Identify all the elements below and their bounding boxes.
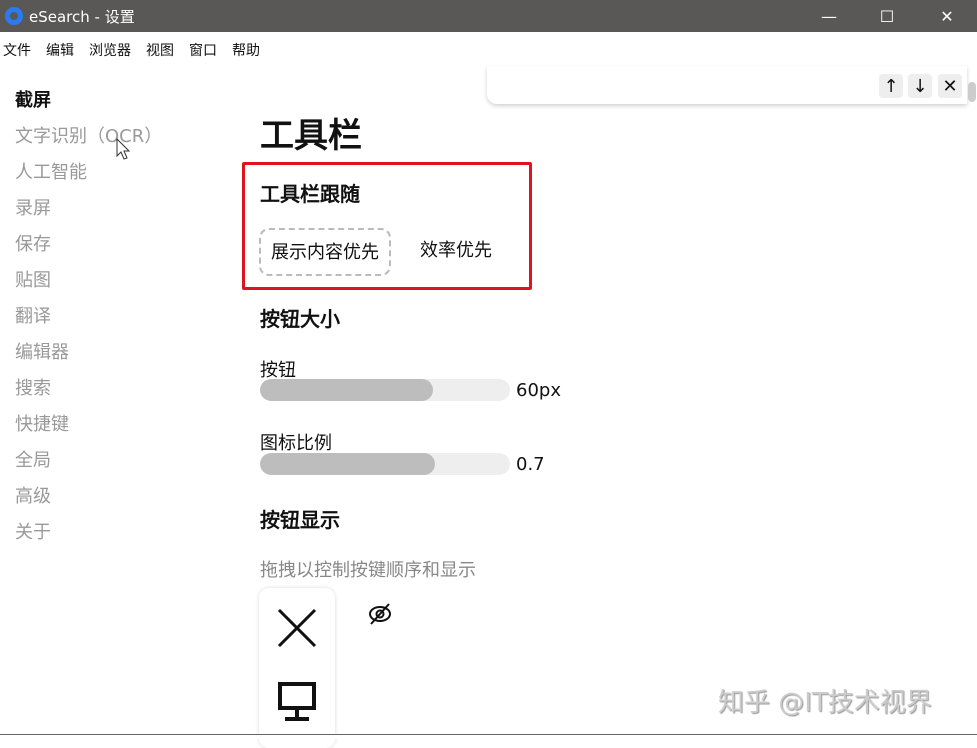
find-close-button[interactable]: ✕ — [938, 74, 962, 98]
sidebar-item-search[interactable]: 搜索 — [15, 376, 162, 412]
icon-ratio-label: 图标比例 — [260, 433, 332, 454]
sidebar-item-screenshot[interactable]: 截屏 — [15, 88, 162, 124]
toolbar-follow-heading: 工具栏跟随 — [260, 182, 360, 206]
option-content-first[interactable]: 展示内容优先 — [259, 228, 391, 276]
sidebar: 截屏 文字识别（OCR） 人工智能 录屏 保存 贴图 翻译 编辑器 搜索 快捷键… — [15, 88, 162, 556]
menu-file[interactable]: 文件 — [3, 40, 31, 60]
sidebar-item-pin[interactable]: 贴图 — [15, 268, 162, 304]
sidebar-item-ocr[interactable]: 文字识别（OCR） — [15, 124, 162, 160]
menu-help[interactable]: 帮助 — [232, 40, 260, 60]
screen-tool-icon[interactable] — [277, 682, 317, 722]
bottom-edge — [0, 734, 977, 739]
drag-hint: 拖拽以控制按键顺序和显示 — [260, 560, 476, 581]
menu-bar: 文件 编辑 浏览器 视图 窗口 帮助 — [0, 32, 272, 68]
sidebar-item-advanced[interactable]: 高级 — [15, 484, 162, 520]
sidebar-item-global[interactable]: 全局 — [15, 448, 162, 484]
menu-edit[interactable]: 编辑 — [46, 40, 74, 60]
hidden-eye-icon — [369, 603, 391, 625]
slider-fill — [260, 379, 433, 401]
scrollbar[interactable] — [968, 82, 976, 102]
window-title: eSearch - 设置 — [29, 7, 135, 26]
find-next-button[interactable]: ↓ — [908, 74, 932, 98]
sidebar-item-about[interactable]: 关于 — [15, 520, 162, 556]
sidebar-item-shortcuts[interactable]: 快捷键 — [15, 412, 162, 448]
slider-fill — [260, 453, 435, 475]
title-bar: eSearch - 设置 — ☐ ✕ — [0, 0, 977, 32]
sidebar-item-record[interactable]: 录屏 — [15, 196, 162, 232]
maximize-button[interactable]: ☐ — [858, 0, 916, 32]
page-title: 工具栏 — [260, 116, 362, 156]
find-previous-button[interactable]: ↑ — [879, 74, 903, 98]
icon-ratio-slider[interactable] — [260, 453, 510, 475]
close-tool-icon[interactable] — [277, 608, 317, 648]
sidebar-item-save[interactable]: 保存 — [15, 232, 162, 268]
option-efficiency-first[interactable]: 效率优先 — [410, 228, 502, 276]
sidebar-item-ai[interactable]: 人工智能 — [15, 160, 162, 196]
button-size-slider[interactable] — [260, 379, 510, 401]
minimize-button[interactable]: — — [800, 0, 858, 32]
menu-window[interactable]: 窗口 — [189, 40, 217, 60]
sidebar-item-translate[interactable]: 翻译 — [15, 304, 162, 340]
menu-browser[interactable]: 浏览器 — [89, 40, 131, 60]
button-size-heading: 按钮大小 — [260, 307, 340, 331]
visible-buttons-list — [259, 588, 335, 748]
mouse-cursor-icon — [116, 138, 131, 160]
close-window-button[interactable]: ✕ — [918, 0, 976, 32]
app-logo-icon — [5, 7, 23, 25]
icon-ratio-value: 0.7 — [516, 454, 545, 475]
menu-view[interactable]: 视图 — [146, 40, 174, 60]
watermark: 知乎 @IT技术视界 — [718, 688, 932, 718]
sidebar-item-editor[interactable]: 编辑器 — [15, 340, 162, 376]
button-display-heading: 按钮显示 — [260, 508, 340, 532]
button-size-value: 60px — [516, 380, 561, 401]
